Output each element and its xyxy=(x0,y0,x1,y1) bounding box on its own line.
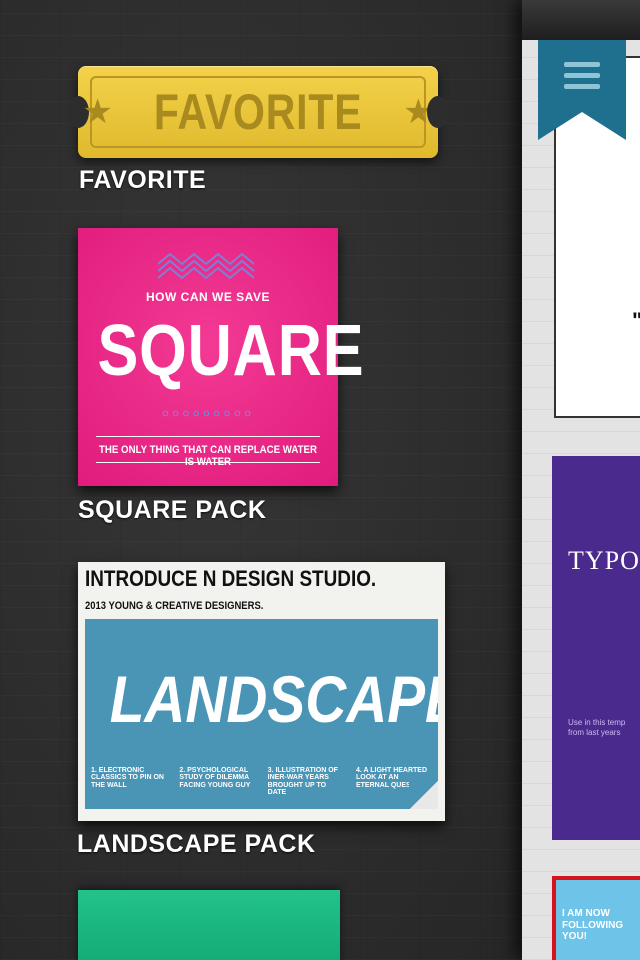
preview-card-follow[interactable]: I AM NOW FOLLOWING YOU! xyxy=(552,876,640,960)
green-pack-thumbnail[interactable] xyxy=(78,890,340,960)
typo-body-text: Use in this temp from last years xyxy=(568,718,626,738)
square-pack-label[interactable]: SQUARE PACK xyxy=(78,496,266,525)
square-subtitle: HOW CAN WE SAVE xyxy=(146,290,270,304)
landscape-columns: 1. ELECTRONIC CLASSICS TO PIN ON THE WAL… xyxy=(91,767,432,796)
landscape-column-text: 1. ELECTRONIC CLASSICS TO PIN ON THE WAL… xyxy=(91,767,164,789)
follow-text: I AM NOW FOLLOWING YOU! xyxy=(562,908,624,942)
favorite-pack-thumbnail[interactable]: ★ FAVORITE ★ xyxy=(67,66,449,158)
preview-card-mark: " xyxy=(632,308,640,334)
page-curl-icon xyxy=(409,780,438,809)
preview-card-typo[interactable]: TYPO Use in this temp from last years xyxy=(552,456,640,840)
square-divider xyxy=(96,436,320,437)
landscape-cover: LANDSCAPE 1. ELECTRONIC CLASSICS TO PIN … xyxy=(85,619,438,809)
landscape-column-text: 3. ILLUSTRATION OF INER-WAR YEARS BROUGH… xyxy=(267,767,338,797)
square-divider xyxy=(96,462,320,463)
favorite-pack-label[interactable]: FAVORITE xyxy=(79,166,206,195)
landscape-column-text: 2. PSYCHOLOGICAL STUDY OF DILEMMA FACING… xyxy=(179,767,251,789)
ticket-border: ★ FAVORITE ★ xyxy=(82,76,434,148)
preview-top-bar xyxy=(522,0,640,40)
star-icon: ★ xyxy=(82,93,113,131)
landscape-pack-thumbnail[interactable]: INTRODUCE N DESIGN STUDIO. 2013 YOUNG & … xyxy=(78,562,445,821)
favorite-ticket-text: FAVORITE xyxy=(153,84,363,140)
template-preview-panel: " TYPO Use in this temp from last years … xyxy=(522,0,640,960)
app-screen: ★ FAVORITE ★ FAVORITE HOW CAN WE SAVE SQ… xyxy=(0,0,640,960)
menu-icon xyxy=(564,62,600,95)
square-footer-text: THE ONLY THING THAT CAN REPLACE WATER IS… xyxy=(99,444,317,468)
star-icon: ★ xyxy=(403,93,434,131)
zigzag-decoration-icon xyxy=(158,252,255,280)
square-title: SQUARE xyxy=(97,311,365,391)
landscape-title: LANDSCAPE xyxy=(109,662,438,736)
template-pack-sidebar: ★ FAVORITE ★ FAVORITE HOW CAN WE SAVE SQ… xyxy=(0,0,522,960)
typo-title: TYPO xyxy=(568,546,640,575)
landscape-subhead: 2013 YOUNG & CREATIVE DESIGNERS. xyxy=(85,600,264,612)
landscape-pack-label[interactable]: LANDSCAPE PACK xyxy=(77,830,316,859)
water-drops-icon: ००००००००० xyxy=(161,405,255,421)
square-pack-thumbnail[interactable]: HOW CAN WE SAVE SQUARE ००००००००० THE ONL… xyxy=(78,228,365,486)
landscape-headline: INTRODUCE N DESIGN STUDIO. xyxy=(85,566,377,591)
